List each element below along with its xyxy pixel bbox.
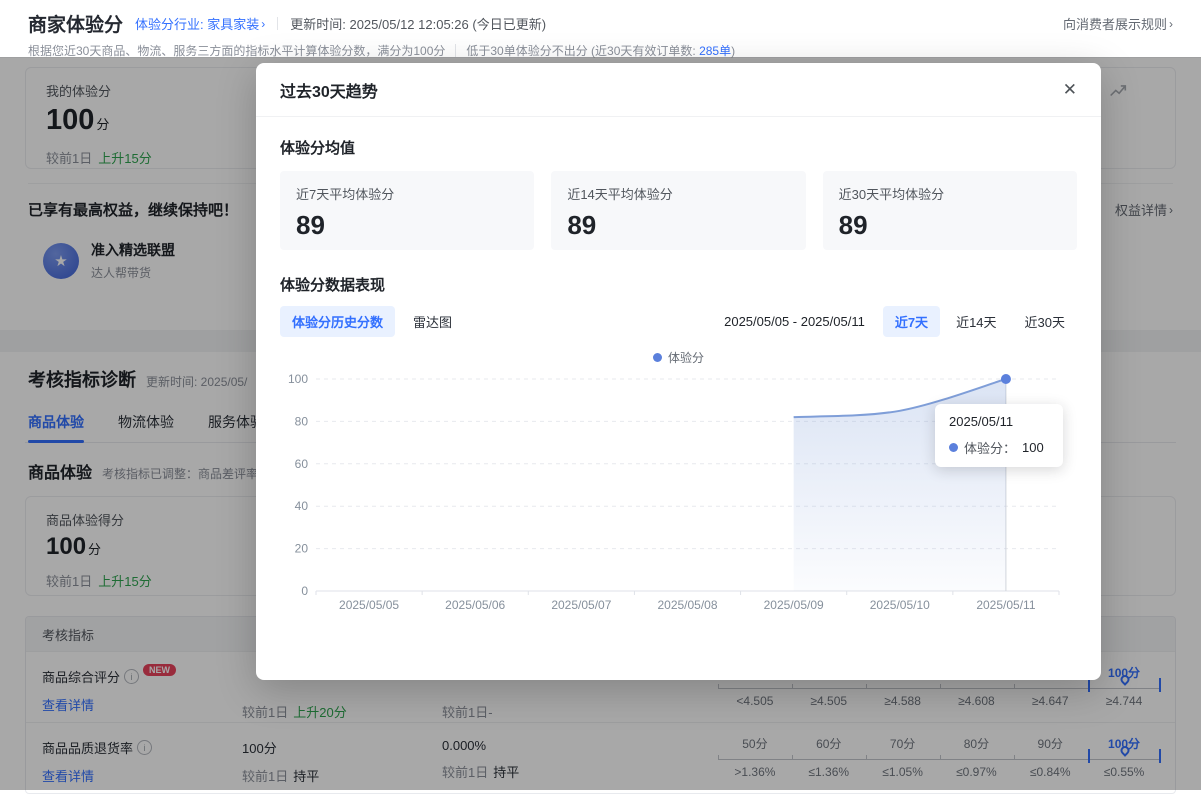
chevron-right-icon: › <box>261 16 266 31</box>
page-subtitle: 根据您近30天商品、物流、服务三方面的指标水平计算体验分数，满分为100分 低于… <box>28 44 736 58</box>
view-tabs: 体验分历史分数 雷达图 <box>280 306 464 337</box>
avg-section-title: 体验分均值 <box>280 140 356 157</box>
page-title: 商家体验分 <box>28 15 124 36</box>
legend-dot-icon <box>652 352 662 362</box>
svg-text:2025/05/07: 2025/05/07 <box>551 598 611 612</box>
trend-chart-area[interactable]: 体验分 0 20 40 60 80 100 2025/05/05 2025/05/06 2025… <box>280 347 1077 622</box>
page-header: 商家体验分 体验分行业: 家具家装 › 更新时间: 2025/05/12 12:… <box>0 0 1201 58</box>
stat-card-14d: 近14天平均体验分 89 <box>551 171 806 250</box>
svg-text:2025/05/10: 2025/05/10 <box>870 598 930 612</box>
close-icon[interactable]: ✕ <box>1063 81 1077 98</box>
range-tab-7d[interactable]: 近7天 <box>882 306 941 337</box>
svg-text:20: 20 <box>295 542 309 556</box>
svg-text:2025/05/09: 2025/05/09 <box>764 598 824 612</box>
chart-legend: 体验分 <box>280 347 1077 367</box>
svg-text:0: 0 <box>301 584 308 598</box>
svg-text:2025/05/06: 2025/05/06 <box>445 598 505 612</box>
range-tab-30d[interactable]: 近30天 <box>1013 306 1077 337</box>
show-rules-link[interactable]: 向消费者展示规则 › <box>1063 14 1173 33</box>
series-end-point <box>1000 374 1011 384</box>
order-count-link[interactable]: 285单 <box>699 44 731 58</box>
divider <box>455 44 457 57</box>
svg-text:100: 100 <box>288 372 308 386</box>
stat-card-7d: 近7天平均体验分 89 <box>280 171 535 250</box>
tab-history-score[interactable]: 体验分历史分数 <box>280 306 396 337</box>
svg-text:2025/05/08: 2025/05/08 <box>657 598 717 612</box>
trend-modal: 过去30天趋势 ✕ 体验分均值 近7天平均体验分 89 近14天平均体验分 89… <box>256 63 1101 680</box>
date-range: 2025/05/05 - 2025/05/11 <box>724 314 865 329</box>
tab-radar-chart[interactable]: 雷达图 <box>401 306 464 337</box>
industry-link[interactable]: 体验分行业: 家具家装 › <box>135 14 265 33</box>
stat-card-30d: 近30天平均体验分 89 <box>822 171 1077 250</box>
range-tab-14d[interactable]: 近14天 <box>944 306 1008 337</box>
chevron-right-icon: › <box>1169 16 1173 31</box>
tooltip-dot-icon <box>949 443 958 452</box>
chart-tooltip: 2025/05/11 体验分： 100 <box>935 404 1063 467</box>
updated-time: 更新时间: 2025/05/12 12:05:26 (今日已更新) <box>290 17 547 32</box>
perf-section-title: 体验分数据表现 <box>280 277 386 294</box>
modal-title: 过去30天趋势 <box>280 83 378 101</box>
svg-text:80: 80 <box>295 414 309 428</box>
svg-text:2025/05/05: 2025/05/05 <box>339 598 399 612</box>
svg-text:2025/05/11: 2025/05/11 <box>976 598 1035 612</box>
svg-text:60: 60 <box>295 457 309 471</box>
svg-text:40: 40 <box>295 499 309 513</box>
divider <box>277 17 279 30</box>
